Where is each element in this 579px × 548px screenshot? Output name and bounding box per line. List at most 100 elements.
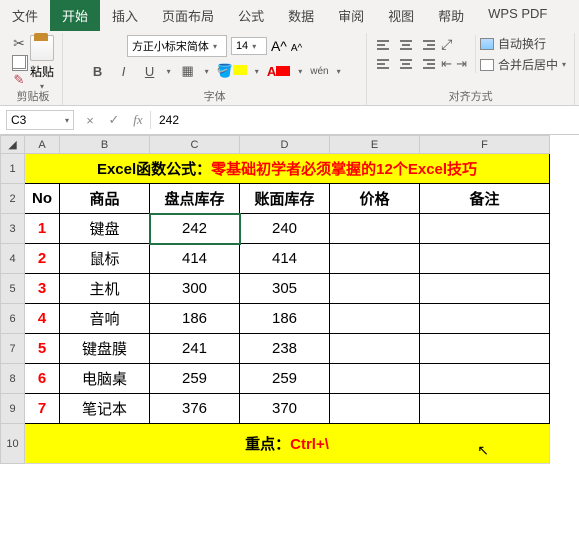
- header-D[interactable]: 账面库存: [240, 184, 330, 214]
- col-header-B[interactable]: B: [60, 136, 150, 154]
- align-top-button[interactable]: [375, 37, 393, 53]
- col-header-C[interactable]: C: [150, 136, 240, 154]
- cell-B4[interactable]: 鼠标: [60, 244, 150, 274]
- cell-E7[interactable]: [330, 334, 420, 364]
- cell-E3[interactable]: [330, 214, 420, 244]
- chevron-down-icon[interactable]: ▾: [167, 67, 171, 76]
- cell-F8[interactable]: [420, 364, 550, 394]
- tab-data[interactable]: 数据: [276, 0, 326, 31]
- row-header-8[interactable]: 8: [1, 364, 25, 394]
- chevron-down-icon[interactable]: ▾: [337, 67, 341, 76]
- cell-C9[interactable]: 376: [150, 394, 240, 424]
- cell-A5[interactable]: 3: [25, 274, 60, 304]
- title-cell[interactable]: Excel函数公式：零基础初学者必须掌握的12个Excel技巧: [25, 154, 550, 184]
- align-left-button[interactable]: [375, 56, 393, 72]
- cell-F3[interactable]: [420, 214, 550, 244]
- cancel-formula-button[interactable]: ×: [78, 113, 102, 128]
- chevron-down-icon[interactable]: ▾: [255, 67, 259, 76]
- fill-color-button[interactable]: 🪣: [217, 63, 247, 79]
- cell-C5[interactable]: 300: [150, 274, 240, 304]
- cell-D3[interactable]: 240: [240, 214, 330, 244]
- cell-A7[interactable]: 5: [25, 334, 60, 364]
- cell-F7[interactable]: [420, 334, 550, 364]
- cell-D4[interactable]: 414: [240, 244, 330, 274]
- cell-D9[interactable]: 370: [240, 394, 330, 424]
- border-button[interactable]: ▦: [179, 63, 197, 79]
- tab-help[interactable]: 帮助: [426, 0, 476, 31]
- col-header-D[interactable]: D: [240, 136, 330, 154]
- row-header-9[interactable]: 9: [1, 394, 25, 424]
- chevron-down-icon[interactable]: ▾: [298, 67, 302, 76]
- row-header-10[interactable]: 10: [1, 424, 25, 464]
- cell-C8[interactable]: 259: [150, 364, 240, 394]
- decrease-indent-button[interactable]: ⇤: [441, 56, 452, 72]
- cell-F5[interactable]: [420, 274, 550, 304]
- cell-C7[interactable]: 241: [150, 334, 240, 364]
- cell-D5[interactable]: 305: [240, 274, 330, 304]
- cell-B6[interactable]: 音响: [60, 304, 150, 334]
- tab-home[interactable]: 开始: [50, 0, 100, 31]
- underline-button[interactable]: U: [141, 64, 159, 79]
- tab-insert[interactable]: 插入: [100, 0, 150, 31]
- formula-value[interactable]: 242: [150, 111, 579, 129]
- cell-D6[interactable]: 186: [240, 304, 330, 334]
- row-header-5[interactable]: 5: [1, 274, 25, 304]
- cell-E9[interactable]: [330, 394, 420, 424]
- cell-C4[interactable]: 414: [150, 244, 240, 274]
- chevron-down-icon[interactable]: ▾: [205, 67, 209, 76]
- phonetic-button[interactable]: wén: [310, 66, 328, 77]
- row-header-7[interactable]: 7: [1, 334, 25, 364]
- cell-E4[interactable]: [330, 244, 420, 274]
- confirm-formula-button[interactable]: ✓: [102, 112, 126, 128]
- cell-A9[interactable]: 7: [25, 394, 60, 424]
- footer-cell[interactable]: 重点：Ctrl+\↖: [25, 424, 550, 464]
- header-B[interactable]: 商品: [60, 184, 150, 214]
- cell-C6[interactable]: 186: [150, 304, 240, 334]
- font-name-select[interactable]: 方正小标宋简体 ▾: [127, 35, 227, 57]
- cell-B3[interactable]: 键盘: [60, 214, 150, 244]
- select-all-corner[interactable]: ◢: [1, 136, 25, 154]
- cut-icon[interactable]: ✂: [13, 35, 25, 52]
- align-bottom-button[interactable]: [419, 37, 437, 53]
- cell-E6[interactable]: [330, 304, 420, 334]
- shrink-font-icon[interactable]: A^: [291, 43, 302, 54]
- tab-file[interactable]: 文件: [0, 0, 50, 31]
- grow-shrink-font[interactable]: A^ A^: [271, 38, 302, 54]
- row-header-1[interactable]: 1: [1, 154, 25, 184]
- col-header-F[interactable]: F: [420, 136, 550, 154]
- wrap-text-button[interactable]: 自动换行: [480, 35, 566, 52]
- cell-A6[interactable]: 4: [25, 304, 60, 334]
- header-E[interactable]: 价格: [330, 184, 420, 214]
- format-painter-icon[interactable]: ✎: [14, 72, 25, 88]
- align-right-button[interactable]: [419, 56, 437, 72]
- tab-formula[interactable]: 公式: [226, 0, 276, 31]
- paste-button[interactable]: 粘贴 ▾: [30, 35, 54, 91]
- italic-button[interactable]: I: [115, 64, 133, 79]
- cell-F6[interactable]: [420, 304, 550, 334]
- tab-layout[interactable]: 页面布局: [150, 0, 226, 31]
- cell-B9[interactable]: 笔记本: [60, 394, 150, 424]
- bold-button[interactable]: B: [89, 64, 107, 79]
- merge-center-button[interactable]: 合并后居中 ▾: [480, 56, 566, 73]
- header-A[interactable]: No: [25, 184, 60, 214]
- cell-B5[interactable]: 主机: [60, 274, 150, 304]
- name-box[interactable]: C3 ▾: [6, 110, 74, 130]
- row-header-6[interactable]: 6: [1, 304, 25, 334]
- increase-indent-button[interactable]: ⇥: [456, 56, 467, 72]
- row-header-3[interactable]: 3: [1, 214, 25, 244]
- fx-button[interactable]: fx: [126, 112, 150, 128]
- col-header-A[interactable]: A: [25, 136, 60, 154]
- tab-wpspdf[interactable]: WPS PDF: [476, 0, 559, 31]
- font-color-button[interactable]: A: [267, 64, 290, 79]
- header-C[interactable]: 盘点库存: [150, 184, 240, 214]
- row-header-4[interactable]: 4: [1, 244, 25, 274]
- cell-F4[interactable]: [420, 244, 550, 274]
- cell-A8[interactable]: 6: [25, 364, 60, 394]
- grow-font-icon[interactable]: A^: [271, 38, 287, 54]
- cell-A4[interactable]: 2: [25, 244, 60, 274]
- cell-F9[interactable]: [420, 394, 550, 424]
- cell-E8[interactable]: [330, 364, 420, 394]
- cell-E5[interactable]: [330, 274, 420, 304]
- header-F[interactable]: 备注: [420, 184, 550, 214]
- cell-D7[interactable]: 238: [240, 334, 330, 364]
